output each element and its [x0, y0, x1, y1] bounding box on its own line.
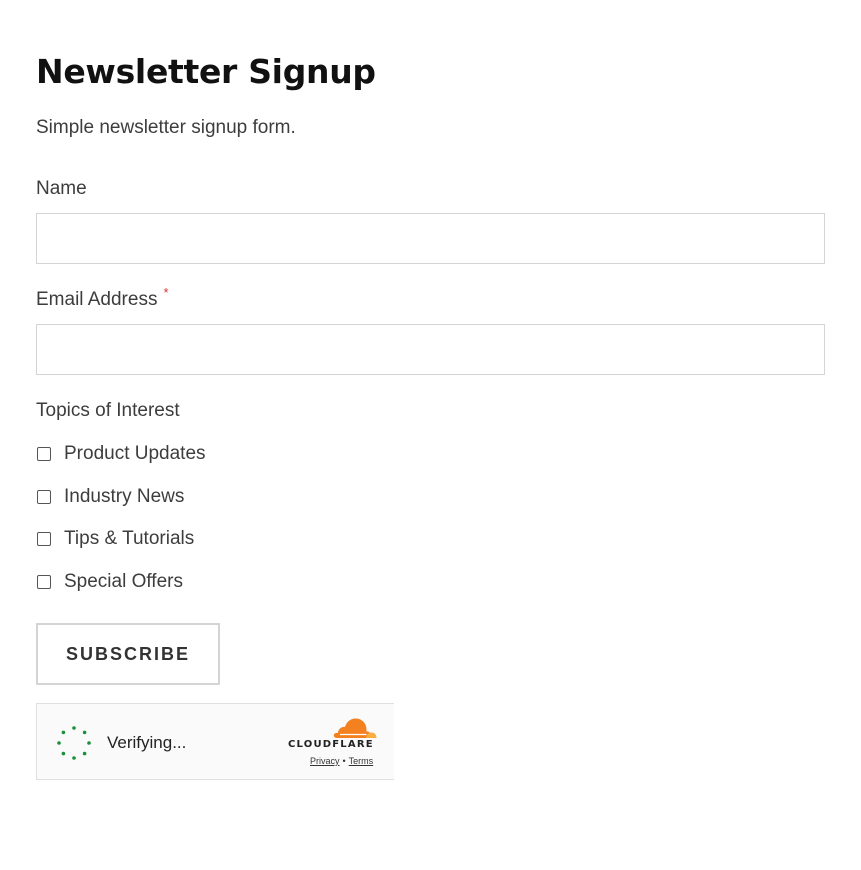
cloudflare-cloud-icon: [333, 718, 377, 738]
topic-checkbox-industry-news[interactable]: Industry News: [36, 485, 184, 509]
page-title: Newsletter Signup: [36, 52, 376, 91]
topics-label: Topics of Interest: [36, 400, 180, 421]
email-label: Email Address: [36, 289, 158, 310]
name-label: Name: [36, 178, 87, 199]
link-separator: •: [342, 756, 346, 766]
topic-checkbox-tips-tutorials[interactable]: Tips & Tutorials: [36, 527, 194, 551]
captcha-links: Privacy • Terms: [310, 756, 373, 766]
checkbox-label: Special Offers: [64, 571, 183, 592]
subscribe-button[interactable]: SUBSCRIBE: [36, 623, 220, 685]
topic-checkbox-special-offers[interactable]: Special Offers: [36, 570, 183, 594]
checkbox[interactable]: [37, 532, 51, 546]
form-description: Simple newsletter signup form.: [36, 117, 296, 138]
spinner-icon: [57, 726, 91, 760]
checkbox-label: Product Updates: [64, 443, 206, 464]
required-marker: *: [163, 285, 169, 300]
name-input[interactable]: [36, 213, 825, 264]
email-input[interactable]: [36, 324, 825, 375]
checkbox[interactable]: [37, 575, 51, 589]
captcha-status: Verifying...: [107, 733, 187, 752]
cloudflare-wordmark: CLOUDFLARE: [288, 739, 374, 750]
checkbox[interactable]: [37, 447, 51, 461]
email-label-row: Email Address *: [36, 285, 169, 311]
checkbox-label: Industry News: [64, 486, 185, 507]
checkbox-label: Tips & Tutorials: [64, 528, 195, 549]
checkbox[interactable]: [37, 490, 51, 504]
terms-link[interactable]: Terms: [349, 756, 374, 766]
topic-checkbox-product-updates[interactable]: Product Updates: [36, 442, 206, 466]
privacy-link[interactable]: Privacy: [310, 756, 340, 766]
captcha-widget[interactable]: Verifying... CLOUDFLARE Privacy • Terms: [36, 703, 394, 780]
